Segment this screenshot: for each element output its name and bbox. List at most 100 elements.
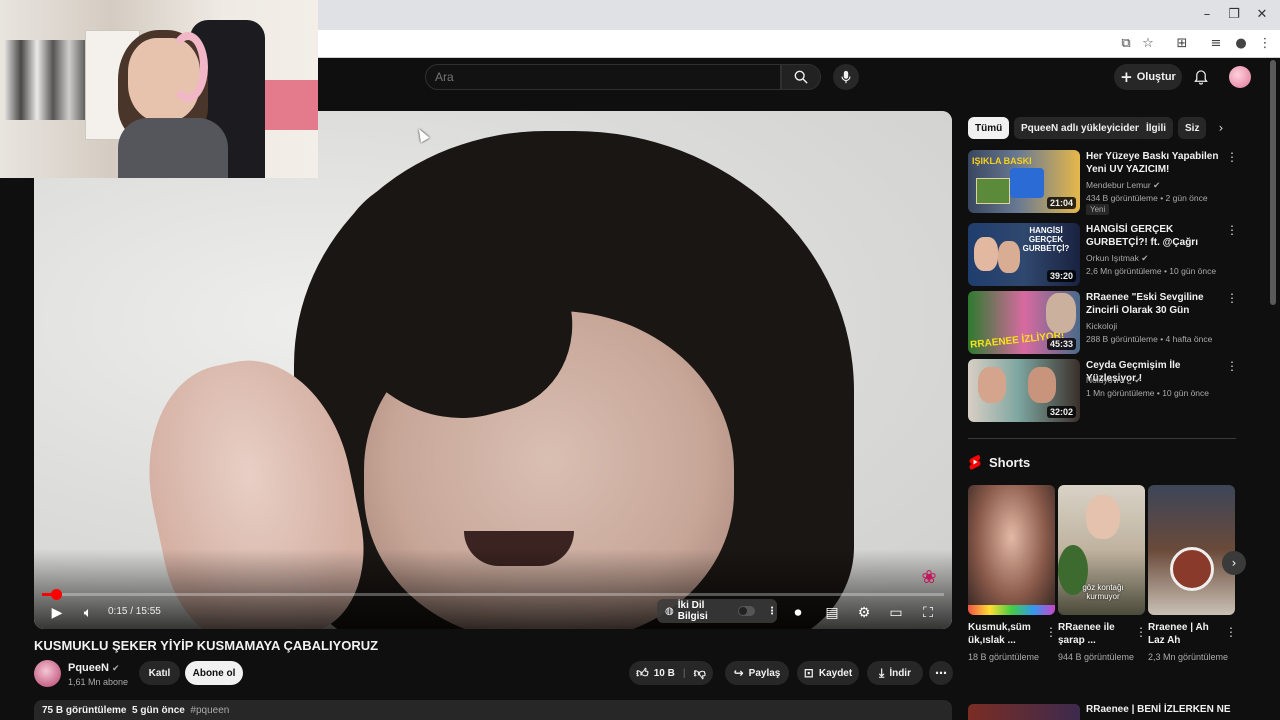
bell-icon xyxy=(1194,69,1208,85)
autoplay-toggle-icon[interactable]: ⏺︎ xyxy=(786,603,810,623)
chip-all[interactable]: Tümü xyxy=(968,117,1010,139)
short-views: 2,3 Mn görüntüleme xyxy=(1148,652,1229,662)
video-thumbnail[interactable] xyxy=(968,704,1080,720)
notifications-button[interactable] xyxy=(1190,66,1212,88)
progress-bar[interactable] xyxy=(42,589,944,600)
restore-icon[interactable]: ❐ xyxy=(1225,6,1243,24)
recommended-video[interactable]: HANGİSİ GERÇEK GURBETÇİ? 39:20 HANGİSİ G… xyxy=(968,223,1238,287)
chevron-right-icon: › xyxy=(1231,556,1237,570)
volume-icon[interactable]: 🔈︎ xyxy=(76,603,100,623)
close-icon[interactable]: ✕ xyxy=(1253,6,1271,24)
channel-name[interactable]: PqueeN ✔ xyxy=(68,662,120,674)
channel-name[interactable]: Mendebur Lemur ✔ xyxy=(1086,180,1160,191)
video-meta: 434 B görüntüleme • 2 gün önce xyxy=(1086,193,1208,203)
settings-gear-icon[interactable]: ⚙ xyxy=(852,603,876,623)
thumbnail-print-sample xyxy=(976,178,1010,204)
join-button[interactable]: Katıl xyxy=(139,661,180,685)
chip-for-you[interactable]: Siz xyxy=(1178,117,1206,139)
video-thumbnail[interactable]: 32:02 xyxy=(968,359,1080,422)
video-thumbnail[interactable]: HANGİSİ GERÇEK GURBETÇİ? 39:20 xyxy=(968,223,1080,286)
short-title[interactable]: RRaenee ile şarap ... xyxy=(1058,621,1133,647)
media-controls-icon[interactable]: ≡ xyxy=(1206,34,1226,54)
channel-avatar[interactable] xyxy=(34,660,61,687)
more-vertical-icon[interactable]: ⋮ xyxy=(1226,291,1238,307)
theater-mode-icon[interactable]: ▭ xyxy=(884,603,908,623)
video-title[interactable]: RRaenee "Eski Sevgiline Zincirli Olarak … xyxy=(1086,291,1221,318)
play-icon[interactable]: ▶ xyxy=(45,603,69,623)
more-actions-button[interactable]: ⋯ xyxy=(929,661,953,685)
bookmark-star-icon[interactable]: ☆ xyxy=(1138,34,1158,54)
short-title[interactable]: Rraenee | Ah Laz Ah xyxy=(1148,621,1223,647)
voice-search-button[interactable] xyxy=(833,64,859,90)
search-input[interactable] xyxy=(425,64,781,90)
channel-name-text[interactable]: PqueeN xyxy=(68,662,109,674)
channel-name-text[interactable]: Orkun Işıtmak xyxy=(1086,253,1139,263)
video-title[interactable]: HANGİSİ GERÇEK GURBETÇİ?! ft. @Çağrı Erg… xyxy=(1086,223,1221,250)
fullscreen-icon[interactable]: ⛶ xyxy=(916,603,940,623)
more-vertical-icon[interactable]: ⋮ xyxy=(1045,625,1057,639)
video-thumbnail[interactable]: IŞIKLA BASKI 21:04 xyxy=(968,150,1080,213)
create-button[interactable]: + Oluştur xyxy=(1114,64,1182,90)
short-item[interactable]: Rraenee | Ah Laz Ah 2,3 Mn görüntüleme ⋮ xyxy=(1148,485,1237,663)
chevron-right-icon[interactable]: › xyxy=(1212,119,1230,137)
video-title[interactable]: Her Yüzeye Baskı Yapabilen Yeni UV YAZIC… xyxy=(1086,150,1221,176)
install-app-icon[interactable]: ⧉ xyxy=(1116,34,1136,54)
shorts-logo-icon xyxy=(969,455,981,470)
profile-icon[interactable]: ● xyxy=(1231,34,1251,54)
hashtag-link[interactable]: #pqueen xyxy=(190,705,229,716)
short-item[interactable]: Kusmuk,süm ük,ıslak ... 18 B görüntüleme… xyxy=(968,485,1057,663)
chip-from-uploader[interactable]: PqueeN adlı yükleyiciden xyxy=(1014,117,1149,139)
like-icon[interactable]: 👍︎ xyxy=(636,666,649,681)
video-thumbnail[interactable]: RRAENEE İZLİYOR! 45:33 xyxy=(968,291,1080,354)
more-vertical-icon[interactable]: ⋮ xyxy=(1135,625,1147,639)
page-scrollbar[interactable] xyxy=(1270,60,1276,305)
save-button[interactable]: ⊡ Kaydet xyxy=(797,661,859,685)
shorts-heading-label: Shorts xyxy=(989,454,1031,470)
thumbnail-person xyxy=(998,241,1020,273)
recommended-video[interactable]: IŞIKLA BASKI 21:04 Her Yüzeye Baskı Yapa… xyxy=(968,150,1238,215)
extensions-icon[interactable]: ⊞ xyxy=(1172,34,1192,54)
minimize-icon[interactable]: – xyxy=(1198,6,1216,24)
shorts-next-button[interactable]: › xyxy=(1222,551,1246,575)
channel-name-text[interactable]: Mendebur Lemur xyxy=(1086,180,1151,190)
video-duration: 32:02 xyxy=(1046,406,1076,418)
download-button[interactable]: ⤓ İndir xyxy=(867,661,923,685)
microphone-icon xyxy=(841,70,851,84)
short-thumbnail[interactable]: göz kontağı kurmuyor xyxy=(1058,485,1145,615)
globe-icon: ◍ xyxy=(665,605,674,617)
short-thumbnail[interactable] xyxy=(1148,485,1235,615)
more-vertical-icon[interactable]: ⋮ xyxy=(1226,359,1238,375)
thumbnail-person xyxy=(1046,293,1076,333)
account-avatar[interactable] xyxy=(1229,66,1251,88)
language-toggle[interactable]: ◍ İki Dil Bilgisi ⋮ xyxy=(657,599,777,623)
browser-menu-icon[interactable]: ⋮ xyxy=(1255,34,1275,54)
short-item[interactable]: göz kontağı kurmuyor RRaenee ile şarap .… xyxy=(1058,485,1147,663)
more-vertical-icon[interactable]: ⋮ xyxy=(1226,223,1238,239)
search-button[interactable] xyxy=(781,64,821,90)
short-thumbnail[interactable] xyxy=(968,485,1055,615)
language-menu-icon[interactable]: ⋮ xyxy=(767,606,777,617)
channel-name[interactable]: Orkun Işıtmak ✔ xyxy=(1086,253,1148,264)
view-count: 75 B görüntüleme xyxy=(42,705,127,716)
language-switch[interactable] xyxy=(738,606,755,616)
video-meta: 288 B görüntüleme • 4 hafta önce xyxy=(1086,334,1213,344)
description-box[interactable]: 75 B görüntüleme 5 gün önce #pqueen xyxy=(34,700,952,720)
recommended-video[interactable]: RRAENEE İZLİYOR! 45:33 RRaenee "Eski Sev… xyxy=(968,291,1238,355)
short-title[interactable]: Kusmuk,süm ük,ıslak ... xyxy=(968,621,1043,647)
recommended-video[interactable]: 32:02 Ceyda Geçmişim İle Yüzleşiyor ! No… xyxy=(968,359,1238,423)
subscribe-button[interactable]: Abone ol xyxy=(185,661,243,685)
chip-related[interactable]: İlgili xyxy=(1139,117,1173,139)
channel-name[interactable]: Kickoloji xyxy=(1086,321,1117,331)
verified-icon: ✔ xyxy=(112,664,120,674)
dislike-icon[interactable]: 👎︎ xyxy=(694,666,706,681)
subtitles-icon[interactable]: ▤ xyxy=(820,603,844,623)
share-button[interactable]: ↪ Paylaş xyxy=(725,661,789,685)
like-count[interactable]: 10 B xyxy=(654,668,675,679)
channel-watermark-icon[interactable]: ❀ xyxy=(918,567,940,589)
video-title[interactable]: RRaenee | BENİ İZLERKEN NE xyxy=(1086,704,1231,715)
channel-name-text[interactable]: Noluyo Ya ¿ xyxy=(1086,375,1132,385)
more-vertical-icon[interactable]: ⋮ xyxy=(1226,150,1238,166)
more-vertical-icon[interactable]: ⋮ xyxy=(1225,625,1237,639)
video-player[interactable]: ❀ ▶ 🔈︎ 0:15 / 15:55 ◍ İki Dil Bilgisi ⋮ … xyxy=(34,111,952,629)
channel-name[interactable]: Noluyo Ya ¿ ✔ xyxy=(1086,375,1142,386)
